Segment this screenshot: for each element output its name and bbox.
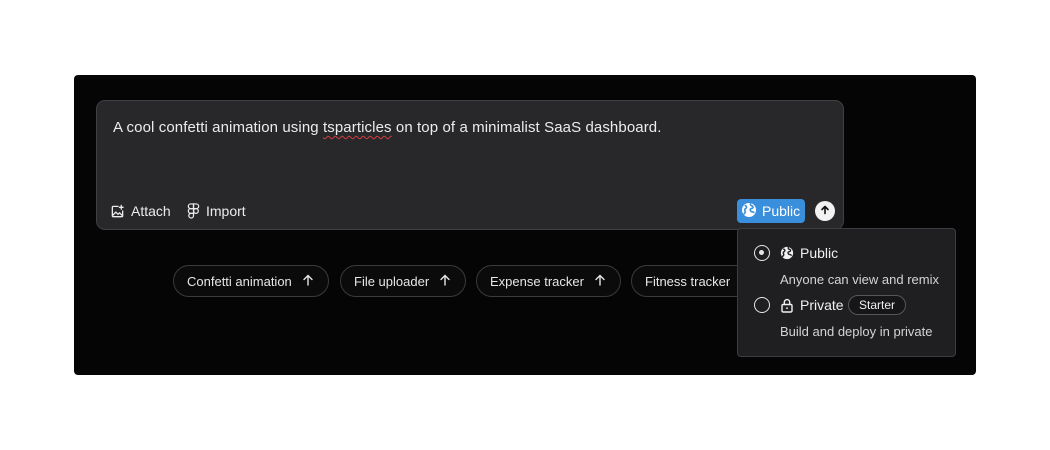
arrow-up-icon: [594, 274, 606, 289]
globe-icon: [780, 246, 794, 265]
arrow-up-icon: [820, 202, 830, 220]
visibility-option-public[interactable]: Public Anyone can view and remix: [754, 243, 949, 293]
attach-label: Attach: [131, 203, 171, 219]
lock-icon: [780, 298, 794, 318]
public-option-description: Anyone can view and remix: [780, 272, 939, 287]
visibility-button[interactable]: Public: [737, 199, 806, 223]
suggestion-chip[interactable]: Expense tracker: [476, 265, 621, 297]
attach-button[interactable]: Attach: [110, 203, 171, 219]
plan-badge: Starter: [848, 295, 907, 315]
image-plus-icon: [110, 204, 125, 219]
private-option-title: Private: [800, 297, 844, 313]
prompt-input[interactable]: A cool confetti animation using tspartic…: [96, 100, 844, 230]
misspelled-word: tsparticles: [323, 119, 392, 136]
send-button[interactable]: [815, 201, 835, 221]
suggestion-chip[interactable]: File uploader: [340, 265, 467, 297]
public-radio[interactable]: [754, 245, 770, 261]
import-label: Import: [206, 203, 246, 219]
arrow-up-icon: [302, 274, 314, 289]
suggestion-label: Expense tracker: [490, 273, 584, 289]
arrow-up-icon: [439, 274, 451, 289]
visibility-menu: Public Anyone can view and remix Private…: [737, 228, 956, 357]
private-radio[interactable]: [754, 297, 770, 313]
globe-icon: [741, 202, 757, 221]
figma-icon: [187, 203, 200, 219]
suggestion-label: File uploader: [354, 273, 430, 289]
suggestion-chip[interactable]: Confetti animation: [173, 265, 329, 297]
prompt-text[interactable]: A cool confetti animation using tspartic…: [113, 119, 662, 136]
public-option-title: Public: [800, 245, 839, 261]
import-button[interactable]: Import: [187, 203, 246, 219]
visibility-option-private[interactable]: Private Starter Build and deploy in priv…: [754, 295, 949, 345]
private-option-description: Build and deploy in private: [780, 324, 933, 339]
visibility-label: Public: [762, 203, 801, 219]
suggestion-label: Confetti animation: [187, 273, 292, 289]
suggestion-label: Fitness tracker: [645, 273, 731, 289]
